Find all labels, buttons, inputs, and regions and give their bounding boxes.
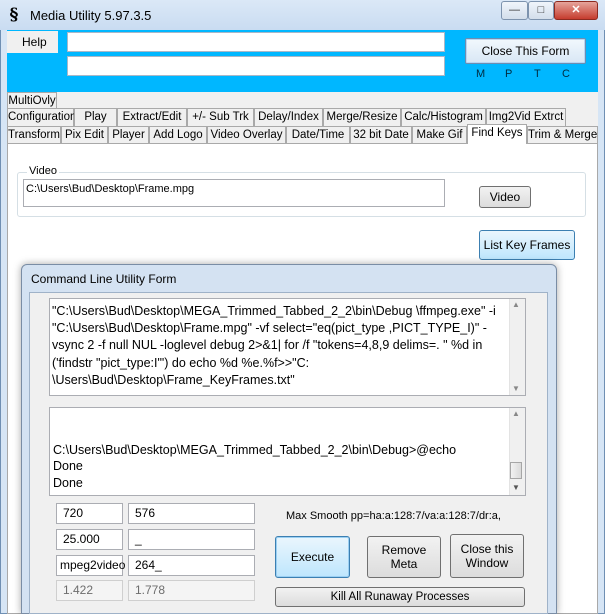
header-text-field-1[interactable] — [67, 32, 445, 52]
tab-configuration[interactable]: Configuration — [7, 108, 76, 126]
tab-transform[interactable]: Transform — [7, 126, 61, 144]
letter-c: C — [562, 68, 570, 80]
close-window-button[interactable]: Close this Window — [450, 534, 524, 578]
letter-p: P — [505, 68, 513, 80]
max-smooth-label: Max Smooth pp=ha:a:128:7/va:a:128:7/dr:a… — [286, 510, 501, 522]
window-close-icon[interactable]: ✕ — [554, 1, 598, 20]
codec2-field[interactable]: 264_ — [128, 555, 255, 576]
video-path-field[interactable]: C:\Users\Bud\Desktop\Frame.mpg — [23, 179, 445, 207]
tab-extract-edit[interactable]: Extract/Edit — [117, 108, 187, 126]
minimize-icon[interactable]: — — [501, 1, 528, 20]
letter-m: M — [476, 68, 486, 80]
width-field[interactable]: 720 — [56, 503, 123, 524]
scroll-up-icon[interactable]: ▲ — [512, 300, 520, 309]
codec-field[interactable]: mpeg2video — [56, 555, 125, 576]
tab-pix-edit[interactable]: Pix Edit — [61, 126, 108, 144]
maximize-icon[interactable]: □ — [528, 1, 554, 20]
close-form-button[interactable]: Close This Form — [465, 38, 586, 64]
app-icon: § — [9, 5, 19, 25]
tab-trim-merge[interactable]: Trim & Merge — [527, 126, 598, 144]
menu-help[interactable]: Help — [7, 31, 58, 53]
height-field[interactable]: 576 — [128, 503, 255, 524]
dialog-title: Command Line Utility Form — [31, 272, 177, 286]
tab-32-bit-date[interactable]: 32 bit Date — [350, 126, 412, 144]
output-text: C:\Users\Bud\Desktop\MEGA_Trimmed_Tabbed… — [53, 442, 457, 490]
remove-meta-button[interactable]: Remove Meta — [367, 536, 441, 578]
kill-processes-button[interactable]: Kill All Runaway Processes — [275, 587, 525, 607]
window-title: Media Utility 5.97.3.5 — [30, 8, 152, 23]
tab-make-gif[interactable]: Make Gif — [412, 126, 467, 144]
tab-sub-trk[interactable]: +/- Sub Trk — [187, 108, 254, 126]
ratio1-field: 1.422 — [56, 580, 123, 601]
header-text-field-2[interactable] — [67, 56, 445, 76]
tab-date-time[interactable]: Date/Time — [286, 126, 350, 144]
tab-merge-resize[interactable]: Merge/Resize — [323, 108, 401, 126]
letter-t: T — [534, 68, 541, 80]
output-scroll-up-icon[interactable]: ▲ — [512, 409, 520, 418]
output-scroll-thumb[interactable] — [510, 462, 522, 479]
fps2-field[interactable]: _ — [128, 529, 255, 550]
ratio2-field: 1.778 — [128, 580, 255, 601]
video-button[interactable]: Video — [479, 186, 531, 208]
output-scrollbar[interactable] — [509, 408, 525, 495]
tab-find-keys[interactable]: Find Keys — [467, 124, 527, 144]
tab-play[interactable]: Play — [74, 108, 117, 126]
tab-player[interactable]: Player — [108, 126, 149, 144]
tab-video-overlay[interactable]: Video Overlay — [207, 126, 286, 144]
list-key-frames-button[interactable]: List Key Frames — [479, 230, 575, 260]
tab-delay-index[interactable]: Delay/Index — [254, 108, 323, 126]
command-scrollbar[interactable] — [509, 299, 525, 395]
scroll-down-icon[interactable]: ▼ — [512, 384, 520, 393]
tab-add-logo[interactable]: Add Logo — [149, 126, 207, 144]
command-text: "C:\Users\Bud\Desktop\MEGA_Trimmed_Tabbe… — [52, 304, 496, 387]
output-scroll-down-icon[interactable]: ▼ — [512, 483, 520, 492]
execute-button[interactable]: Execute — [275, 536, 350, 578]
video-group-label: Video — [27, 165, 59, 177]
fps-field[interactable]: 25.000 — [56, 529, 123, 550]
